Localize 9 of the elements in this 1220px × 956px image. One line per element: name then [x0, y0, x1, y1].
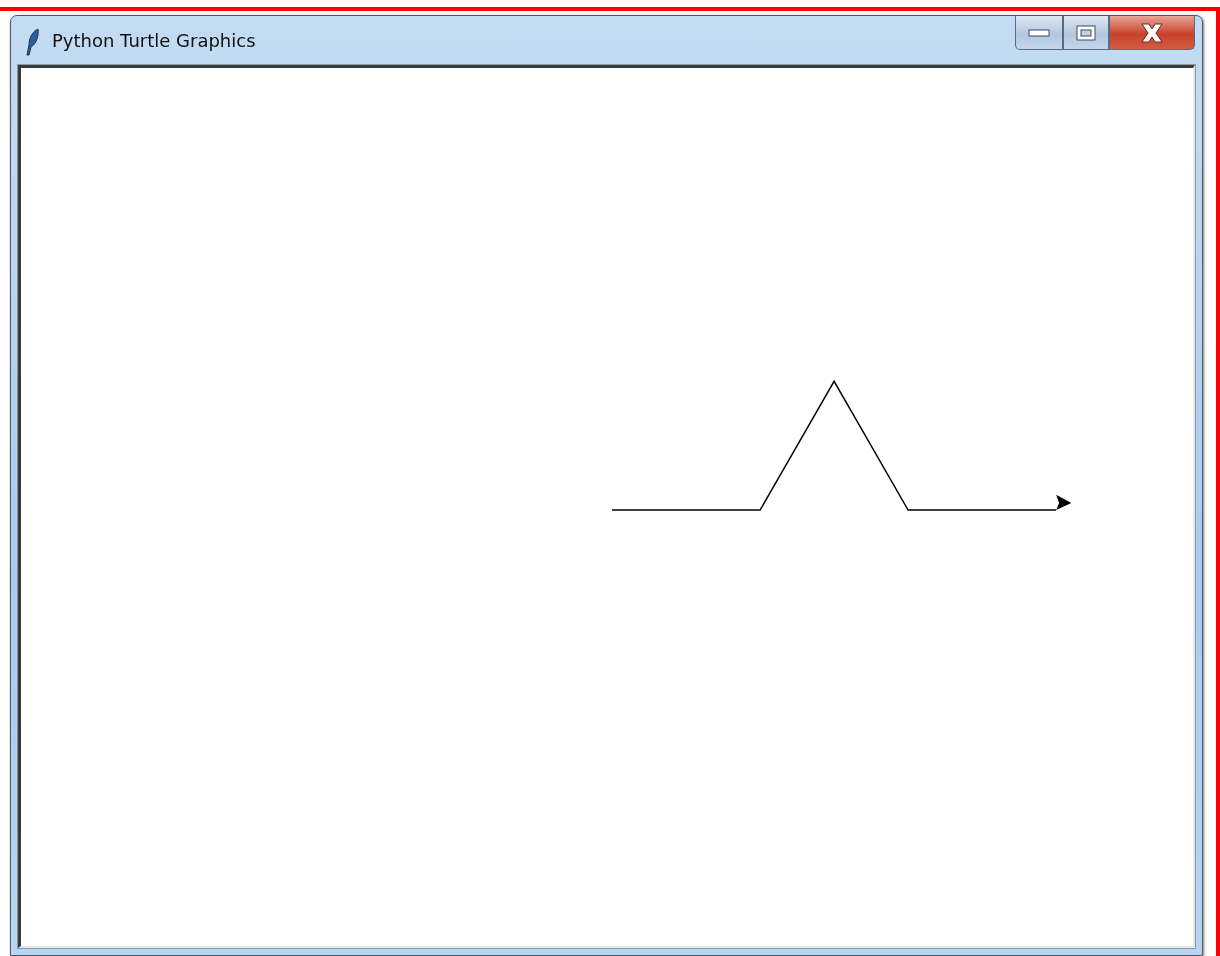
minimize-button[interactable]	[1015, 16, 1063, 50]
turtle-arrow-icon	[1056, 494, 1072, 511]
maximize-icon	[1076, 24, 1096, 41]
window-title: Python Turtle Graphics	[52, 29, 256, 53]
close-button[interactable]	[1109, 16, 1195, 50]
close-icon	[1140, 22, 1164, 43]
minimize-icon	[1028, 28, 1050, 37]
feather-icon	[26, 28, 40, 56]
maximize-button[interactable]	[1063, 16, 1109, 50]
